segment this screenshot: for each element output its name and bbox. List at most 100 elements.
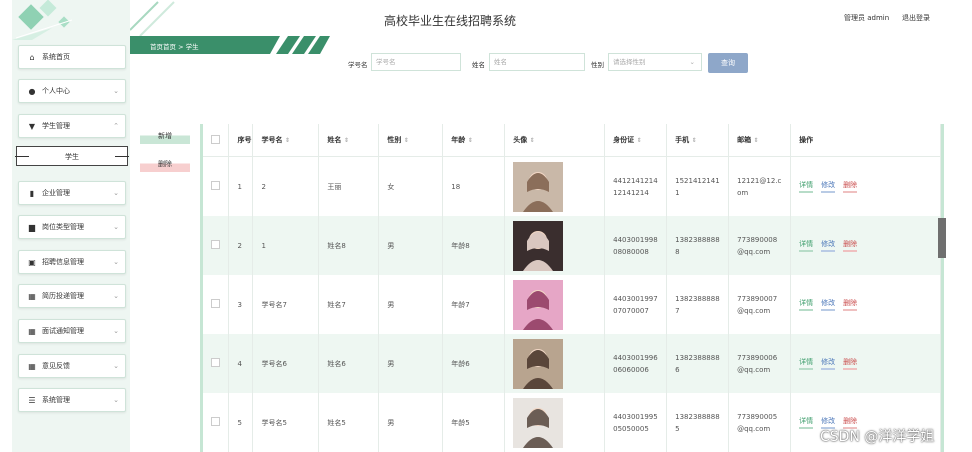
- detail-link[interactable]: 详情: [799, 180, 814, 193]
- cell-age: 年龄6: [442, 334, 506, 393]
- sidebar-item-label: 系统首页: [42, 53, 70, 61]
- edit-link[interactable]: 修改: [821, 239, 836, 252]
- col-phone[interactable]: 手机 ⇕: [666, 124, 730, 157]
- table-row: 1 2 王丽女 18 4412141214 12141214 1521412141 1 12…: [203, 156, 941, 216]
- col-age[interactable]: 年龄 ⇕: [442, 124, 506, 157]
- cell-avatar: [504, 216, 606, 275]
- gender-select[interactable]: 请选择性别 ⌄: [608, 53, 702, 71]
- watermark: CSDN @洋洋学姐: [820, 429, 935, 445]
- row-checkbox[interactable]: [203, 156, 230, 216]
- detail-link[interactable]: 详情: [799, 416, 814, 429]
- sort-icon: ⇕: [529, 137, 535, 144]
- col-idcard[interactable]: 身份证 ⇕: [604, 124, 668, 157]
- scrollbar[interactable]: [938, 218, 946, 258]
- select-all-checkbox[interactable]: [203, 124, 230, 157]
- cell-actions: 详情 修改 删除: [790, 275, 941, 334]
- detail-link[interactable]: 详情: [799, 357, 814, 370]
- grid-icon: ▦: [28, 361, 36, 371]
- cell-gender: 男: [378, 275, 444, 334]
- cell-name: 王丽: [318, 156, 380, 216]
- col-name[interactable]: 姓名 ⇕: [318, 124, 380, 157]
- row-checkbox[interactable]: [203, 334, 230, 393]
- sort-icon: ⇕: [467, 137, 473, 144]
- clipboard-icon: ▣: [28, 257, 36, 267]
- header-decoration: [130, 1, 175, 36]
- delete-link[interactable]: 删除: [843, 357, 858, 370]
- row-checkbox[interactable]: [203, 275, 230, 334]
- cell-phone: 1382388888 8: [666, 216, 730, 275]
- cell-avatar: [504, 334, 606, 393]
- detail-link[interactable]: 详情: [799, 239, 814, 252]
- cell-student-no: 2: [252, 156, 320, 216]
- edit-link[interactable]: 修改: [821, 357, 836, 370]
- delete-link[interactable]: 删除: [843, 239, 858, 252]
- chevron-up-icon: ⌃: [113, 122, 119, 130]
- sidebar-item-profile[interactable]: ● 个人中心 ⌄: [18, 79, 126, 103]
- sidebar-item-label: 系统管理: [42, 396, 70, 404]
- cell-gender: 男: [378, 334, 444, 393]
- cell-avatar: [504, 275, 606, 334]
- breadcrumb: 首页首页 > 学生: [150, 43, 199, 51]
- cell-phone: 1521412141 1: [666, 156, 730, 216]
- chevron-down-icon: ⌄: [113, 292, 119, 300]
- cell-actions: 详情 修改 删除: [790, 216, 941, 275]
- sidebar-item-companies[interactable]: ▮ 企业管理 ⌄: [18, 181, 126, 205]
- row-checkbox[interactable]: [203, 393, 230, 452]
- cell-index: 2: [228, 216, 254, 275]
- sidebar-item-label: 招聘信息管理: [42, 258, 84, 266]
- table-header: 序号 学号名 ⇕ 姓名 ⇕ 性别 ⇕ 年龄 ⇕ 头像 ⇕ 身份证 ⇕ 手机 ⇕ …: [203, 124, 941, 157]
- sidebar-item-students[interactable]: ▼ 学生管理 ⌃: [18, 114, 126, 138]
- cell-email: 773890007 @qq.com: [728, 275, 792, 334]
- cell-idcard: 4412141214 12141214: [604, 156, 668, 216]
- avatar: [513, 161, 564, 212]
- table-row: 3 学号名7 姓名7 男年龄7 4403001997 07070007 138238888…: [203, 275, 941, 334]
- name-input[interactable]: 姓名: [489, 53, 585, 71]
- sidebar-item-interviews[interactable]: ▦ 面试通知管理 ⌄: [18, 319, 126, 343]
- edit-link[interactable]: 修改: [821, 180, 836, 193]
- avatar: [513, 220, 564, 271]
- cell-avatar: [504, 393, 606, 452]
- sidebar-item-feedback[interactable]: ▦ 意见反馈 ⌄: [18, 354, 126, 378]
- detail-link[interactable]: 详情: [799, 298, 814, 311]
- sidebar-item-job-types[interactable]: ▆ 岗位类型管理 ⌄: [18, 215, 126, 239]
- query-button[interactable]: 查询: [708, 53, 748, 73]
- logout-link[interactable]: 退出登录: [902, 13, 930, 23]
- add-button[interactable]: 新增: [140, 130, 190, 144]
- chevron-down-icon: ⌄: [113, 258, 119, 266]
- cell-index: 3: [228, 275, 254, 334]
- cell-actions: 详情 修改 删除: [790, 334, 941, 393]
- cell-idcard: 4403001995 05050005: [604, 393, 668, 452]
- edit-link[interactable]: 修改: [821, 298, 836, 311]
- col-avatar[interactable]: 头像 ⇕: [504, 124, 606, 157]
- sidebar-item-system[interactable]: ☰ 系统管理 ⌄: [18, 388, 126, 412]
- grid-icon: ▦: [28, 326, 36, 336]
- cell-gender: 男: [378, 393, 444, 452]
- gender-select-value: 请选择性别: [613, 58, 646, 66]
- chevron-down-icon: ⌄: [113, 87, 119, 95]
- delete-button[interactable]: 删除: [140, 158, 190, 172]
- row-checkbox[interactable]: [203, 216, 230, 275]
- sidebar-item-recruitment[interactable]: ▣ 招聘信息管理 ⌄: [18, 250, 126, 274]
- student-no-input[interactable]: 学号名: [371, 53, 461, 71]
- cell-name: 姓名8: [318, 216, 380, 275]
- sidebar-item-label: 企业管理: [42, 189, 70, 197]
- sidebar-subitem-student[interactable]: 学生: [15, 146, 129, 166]
- sidebar-item-label: 岗位类型管理: [42, 223, 84, 231]
- cell-name: 姓名7: [318, 275, 380, 334]
- delete-link[interactable]: 删除: [843, 298, 858, 311]
- sidebar-item-home[interactable]: ⌂ 系统首页: [18, 45, 126, 69]
- cell-email: 773890006 @qq.com: [728, 334, 792, 393]
- col-gender[interactable]: 性别 ⇕: [378, 124, 444, 157]
- gender-label: 性别: [591, 61, 604, 69]
- sidebar-item-label: 面试通知管理: [42, 327, 84, 335]
- student-table: 序号 学号名 ⇕ 姓名 ⇕ 性别 ⇕ 年龄 ⇕ 头像 ⇕ 身份证 ⇕ 手机 ⇕ …: [200, 124, 944, 452]
- delete-link[interactable]: 删除: [843, 180, 858, 193]
- app-title: 高校毕业生在线招聘系统: [384, 14, 517, 28]
- cell-phone: 1382388888 7: [666, 275, 730, 334]
- sliders-icon: ☰: [28, 395, 36, 405]
- sidebar-item-resumes[interactable]: ▦ 简历投递管理 ⌄: [18, 284, 126, 308]
- col-email[interactable]: 邮箱 ⇕: [728, 124, 792, 157]
- col-student-no[interactable]: 学号名 ⇕: [252, 124, 320, 157]
- sort-icon: ⇕: [753, 137, 759, 144]
- cup-icon: ▼: [28, 121, 36, 131]
